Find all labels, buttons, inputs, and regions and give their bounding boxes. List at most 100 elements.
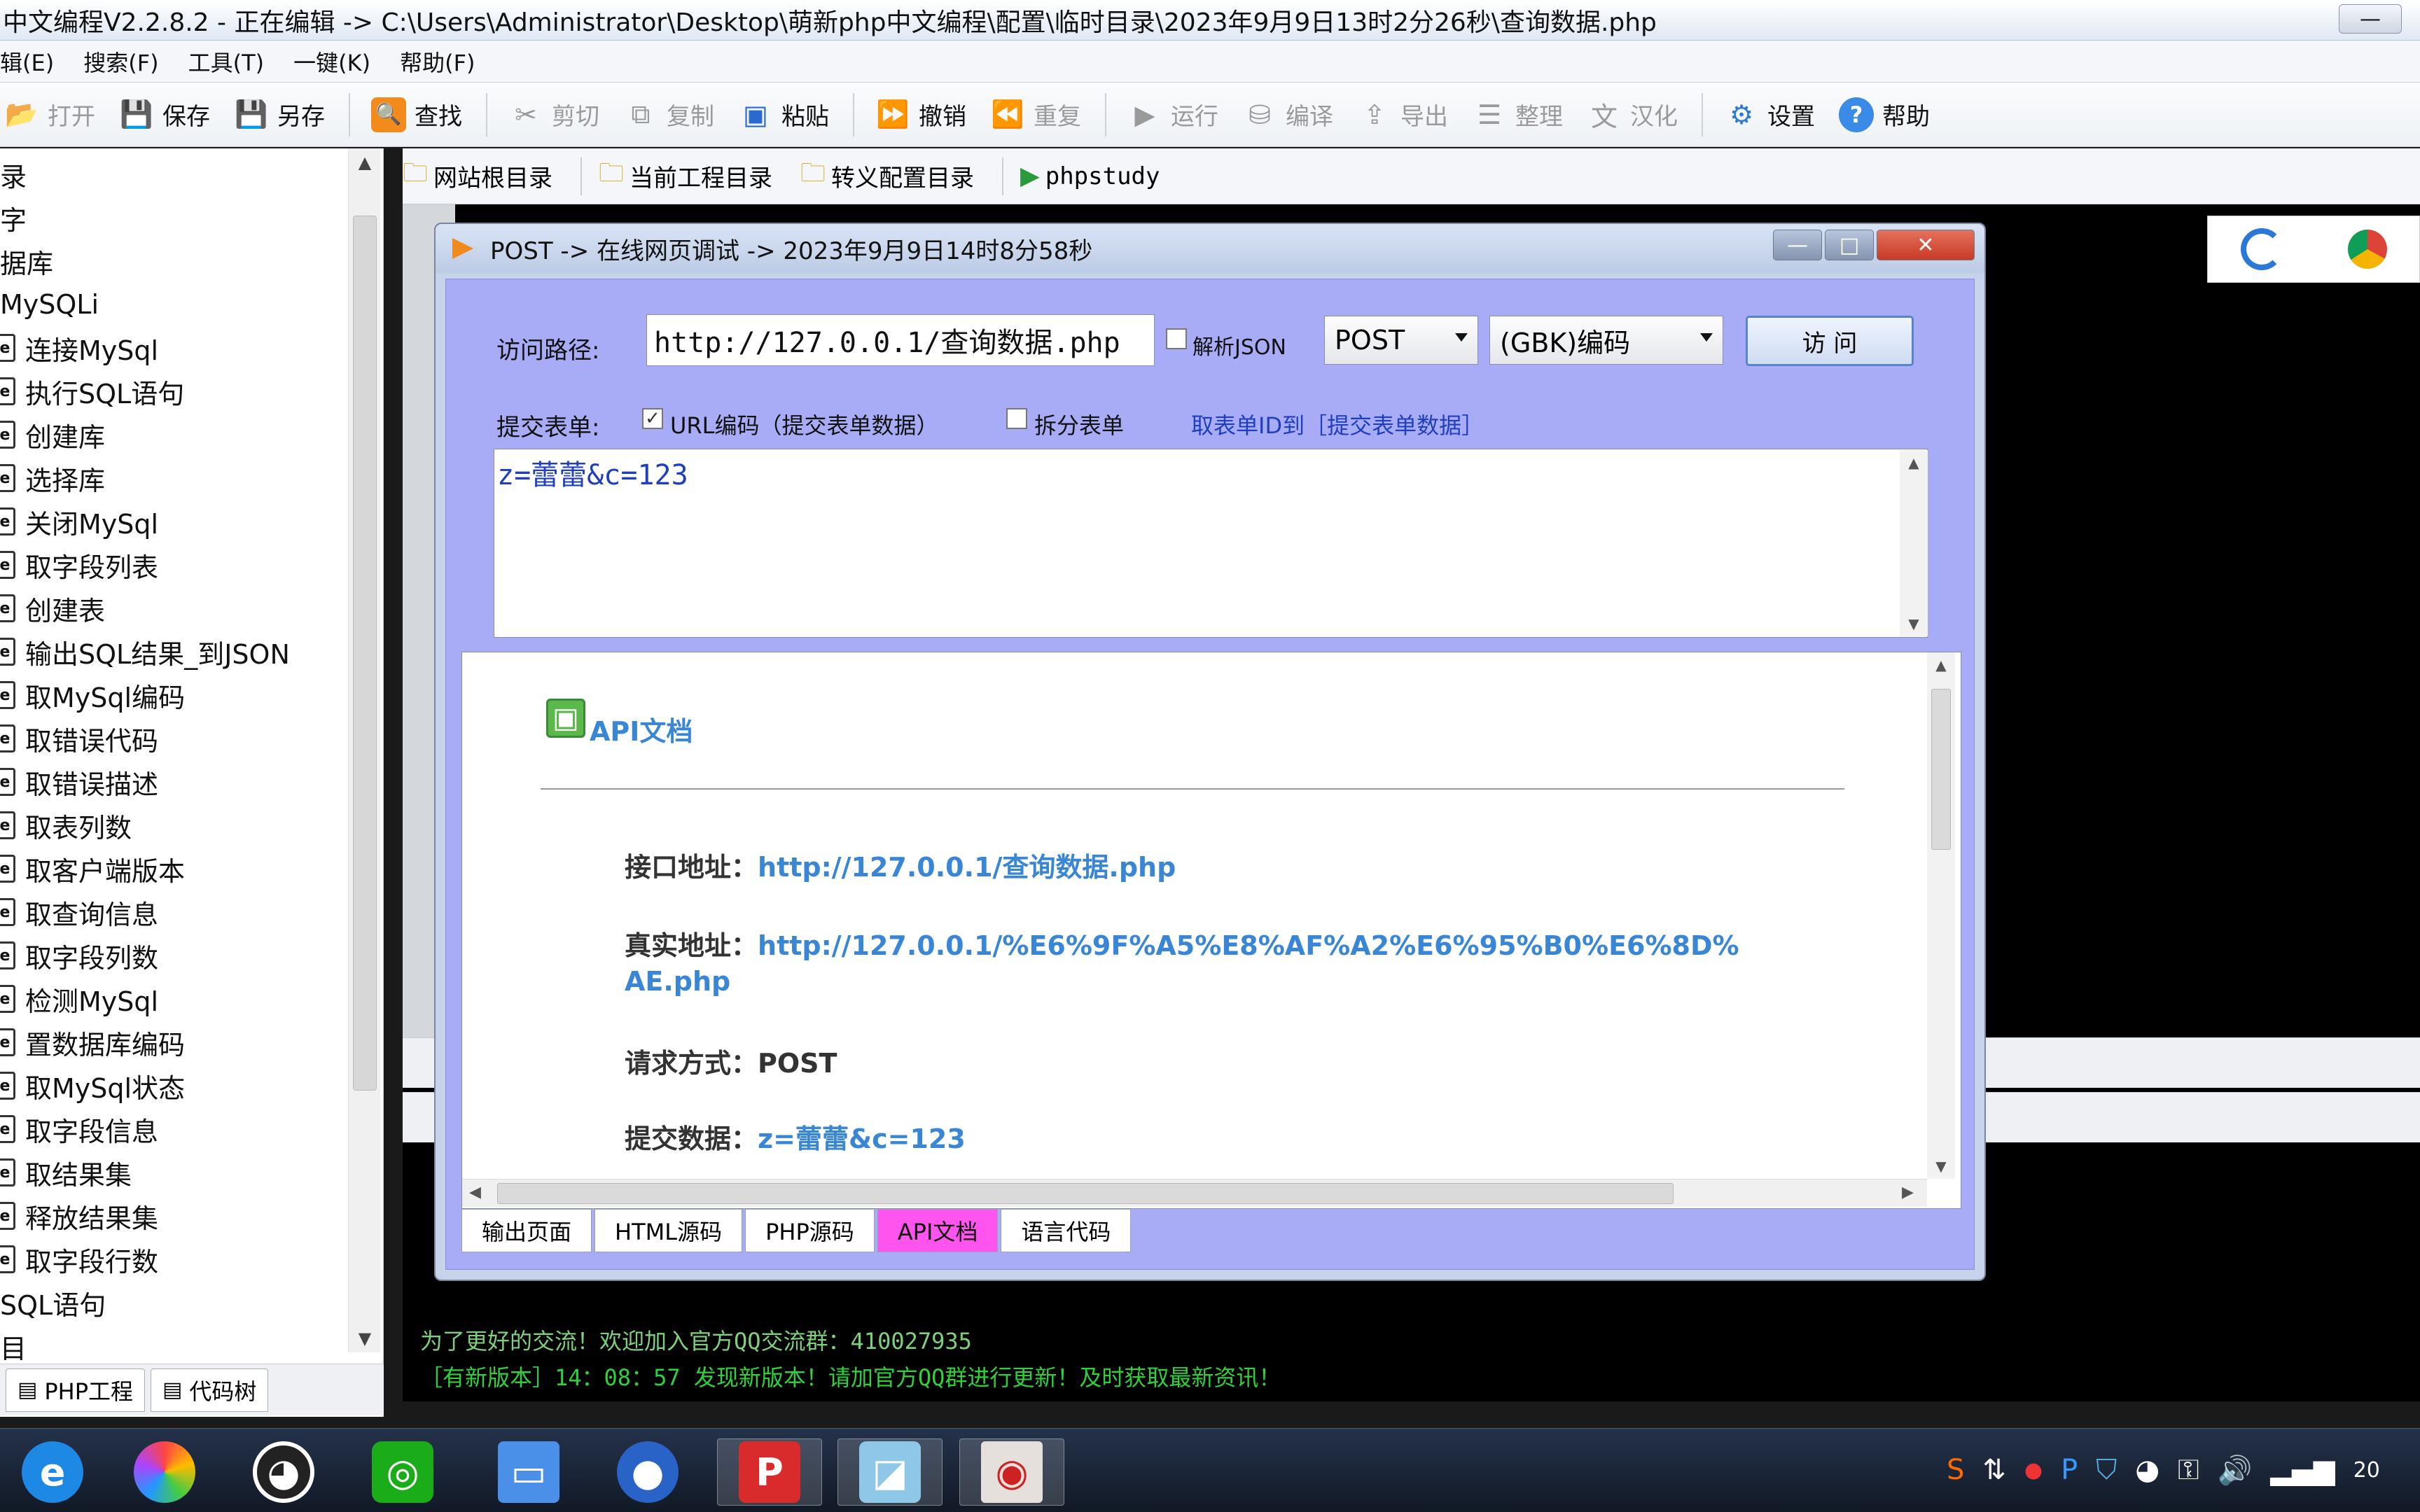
menu-tools[interactable]: 工具(T)	[188, 46, 265, 78]
minimize-button[interactable]: —	[2339, 4, 2402, 34]
path-escape-config[interactable]: 🗀 转义配置目录	[800, 155, 974, 197]
tree-item[interactable]: e 取查询信息	[0, 890, 343, 934]
toolbar-copy-button[interactable]: ⧉ 复制	[623, 97, 714, 132]
toolbar-undo-button[interactable]: ⏩ 撤销	[875, 97, 966, 132]
tab-output-4[interactable]: 语言代码	[1001, 1209, 1132, 1252]
real-url-link-cont[interactable]: AE.php	[625, 966, 730, 997]
tree-item[interactable]: e 取表列数	[0, 804, 343, 847]
record-icon[interactable]: ●	[2024, 1458, 2043, 1483]
preview-vscrollbar[interactable]: ▲ ▼	[1927, 652, 1955, 1179]
taskbar-app-color[interactable]	[112, 1438, 217, 1506]
tab-php-project[interactable]: ▤ PHP工程	[6, 1368, 146, 1412]
tree-item[interactable]: e 关闭MySql	[0, 500, 343, 543]
tree-item[interactable]: e 连接MySql	[0, 326, 343, 370]
tab-output-1[interactable]: HTML源码	[594, 1209, 743, 1252]
input-method-icon[interactable]: S	[1947, 1454, 1964, 1486]
path-project-dir[interactable]: 🗀 当前工程目录	[599, 155, 772, 197]
dialog-maximize-button[interactable]: □	[1825, 230, 1874, 260]
tree-item[interactable]: e 输出SQL结果_到JSON	[0, 630, 343, 673]
taskbar-app-browser[interactable]: e	[0, 1438, 105, 1506]
chrome-icon[interactable]	[2347, 230, 2387, 269]
toolbar-open-button[interactable]: 📂 打开	[4, 97, 95, 132]
menu-edit[interactable]: 辑(E)	[0, 46, 54, 78]
tree-item[interactable]: e 置数据库编码	[0, 1021, 343, 1064]
visit-button[interactable]: 访 问	[1746, 316, 1914, 366]
post-data-scrollbar[interactable]: ▲ ▼	[1900, 450, 1928, 636]
tab-output-2[interactable]: PHP源码	[745, 1209, 875, 1252]
security-icon[interactable]: ⚿	[2178, 1454, 2199, 1486]
p-app-icon[interactable]: P	[2061, 1454, 2078, 1486]
dialog-titlebar[interactable]: POST -> 在线网页调试 -> 2023年9月9日14时8分58秒	[436, 224, 1984, 273]
toolbar-redo-button[interactable]: ⏪ 重复	[990, 97, 1081, 132]
scroll-down-icon[interactable]: ▼	[1900, 611, 1928, 636]
tree-item[interactable]: e 取客户端版本	[0, 847, 343, 890]
toolbar-format-button[interactable]: ☰ 整理	[1472, 97, 1563, 132]
encoding-select[interactable]: (GBK)编码	[1489, 316, 1723, 365]
tree-item[interactable]: e 取字段信息	[0, 1107, 343, 1151]
tree-item[interactable]: e 取字段行数	[0, 1238, 343, 1281]
tray-expand-icon[interactable]: ⇅	[1982, 1454, 2006, 1486]
tree-node[interactable]: 录	[0, 153, 343, 196]
split-form-checkbox[interactable]	[1006, 408, 1027, 429]
tree-node[interactable]: 字	[0, 196, 343, 239]
taskbar-app-user[interactable]: ●	[595, 1438, 700, 1506]
toolbar-run-button[interactable]: ▶ 运行	[1127, 97, 1218, 132]
scroll-right-icon[interactable]: ▶	[1902, 1184, 1914, 1201]
toolbar-gear-button[interactable]: ⚙ 设置	[1724, 97, 1815, 132]
get-form-id-link[interactable]: 取表单ID到［提交表单数据］	[1191, 408, 1484, 440]
toolbar-export-button[interactable]: ⇪ 导出	[1357, 97, 1448, 132]
scroll-down-icon[interactable]: ▼	[1927, 1154, 1955, 1179]
toolbar-find-button[interactable]: 🔍 查找	[371, 97, 462, 132]
real-url-link[interactable]: http://127.0.0.1/%E6%9F%A5%E8%AF%A2%E6%9…	[758, 930, 1739, 961]
path-web-root[interactable]: 🗀 网站根目录	[403, 155, 552, 197]
tree-node[interactable]: MySQLi	[0, 283, 343, 326]
preview-hscrollbar[interactable]: ◀ ▶	[462, 1179, 1927, 1207]
scroll-up-icon[interactable]: ▲	[349, 148, 381, 176]
toolbar-paste-button[interactable]: ▣ 粘贴	[738, 97, 829, 132]
tree-item[interactable]: e 取错误描述	[0, 760, 343, 804]
tree-item[interactable]: e 取结果集	[0, 1151, 343, 1194]
preview-vscroll-thumb[interactable]	[1931, 689, 1951, 850]
parse-json-checkbox[interactable]	[1166, 328, 1187, 349]
tree-item[interactable]: e 释放结果集	[0, 1194, 343, 1238]
dialog-close-button[interactable]: ✕	[1877, 230, 1975, 260]
tree-item[interactable]: e 检测MySql	[0, 977, 343, 1021]
tree-scrollbar[interactable]: ▲ ▼	[348, 148, 380, 1352]
tree-item[interactable]: e 取错误代码	[0, 717, 343, 760]
menu-search[interactable]: 搜索(F)	[83, 46, 158, 78]
url-input[interactable]: http://127.0.0.1/查询数据.php	[646, 314, 1155, 366]
taskbar-app-wechat[interactable]: ◎	[350, 1438, 455, 1506]
scroll-down-icon[interactable]: ▼	[349, 1324, 381, 1352]
tree-item[interactable]: e 创建表	[0, 587, 343, 630]
tree-node[interactable]: 目	[0, 1324, 343, 1368]
scroll-up-icon[interactable]: ▲	[1927, 652, 1955, 678]
tree-scroll-thumb[interactable]	[353, 216, 377, 1091]
menu-help[interactable]: 帮助(F)	[400, 46, 475, 78]
tab-code-tree[interactable]: ▤ 代码树	[151, 1368, 269, 1412]
tree-item[interactable]: e 取字段列表	[0, 543, 343, 587]
taskbar-app-notes[interactable]: ▭	[476, 1438, 581, 1506]
tree-item[interactable]: e 取MySql状态	[0, 1064, 343, 1107]
toolbar-compile-button[interactable]: ⛁ 编译	[1242, 97, 1333, 132]
network-icon[interactable]: ▂▄▆	[2270, 1454, 2335, 1486]
tree-item[interactable]: e 取字段列数	[0, 934, 343, 977]
taskbar-app-seal[interactable]: ◉	[959, 1438, 1064, 1506]
preview-hscroll-thumb[interactable]	[497, 1183, 1674, 1204]
refresh-browser-icon[interactable]	[2240, 228, 2283, 270]
volume-icon[interactable]: 🔊	[2218, 1454, 2253, 1487]
tree-item[interactable]: e 选择库	[0, 456, 343, 500]
taskbar-app-qq[interactable]: ◕	[231, 1438, 336, 1506]
endpoint-link[interactable]: http://127.0.0.1/查询数据.php	[758, 852, 1176, 883]
taskbar-app-tool[interactable]: ◪	[837, 1438, 943, 1506]
method-select[interactable]: POST	[1324, 316, 1478, 365]
toolbar-help-button[interactable]: ? 帮助	[1839, 97, 1930, 132]
post-data-textarea[interactable]: z=蕾蕾&c=123	[494, 449, 1928, 638]
scroll-left-icon[interactable]: ◀	[469, 1184, 481, 1201]
tab-output-0[interactable]: 输出页面	[461, 1209, 592, 1252]
clock[interactable]: 20	[2353, 1458, 2380, 1483]
tree-item[interactable]: e 取MySql编码	[0, 673, 343, 717]
tab-output-3[interactable]: API文档	[877, 1209, 999, 1252]
tree-node[interactable]: SQL语句	[0, 1281, 343, 1324]
scroll-up-icon[interactable]: ▲	[1900, 450, 1928, 475]
tree-item[interactable]: e 创建库	[0, 413, 343, 456]
